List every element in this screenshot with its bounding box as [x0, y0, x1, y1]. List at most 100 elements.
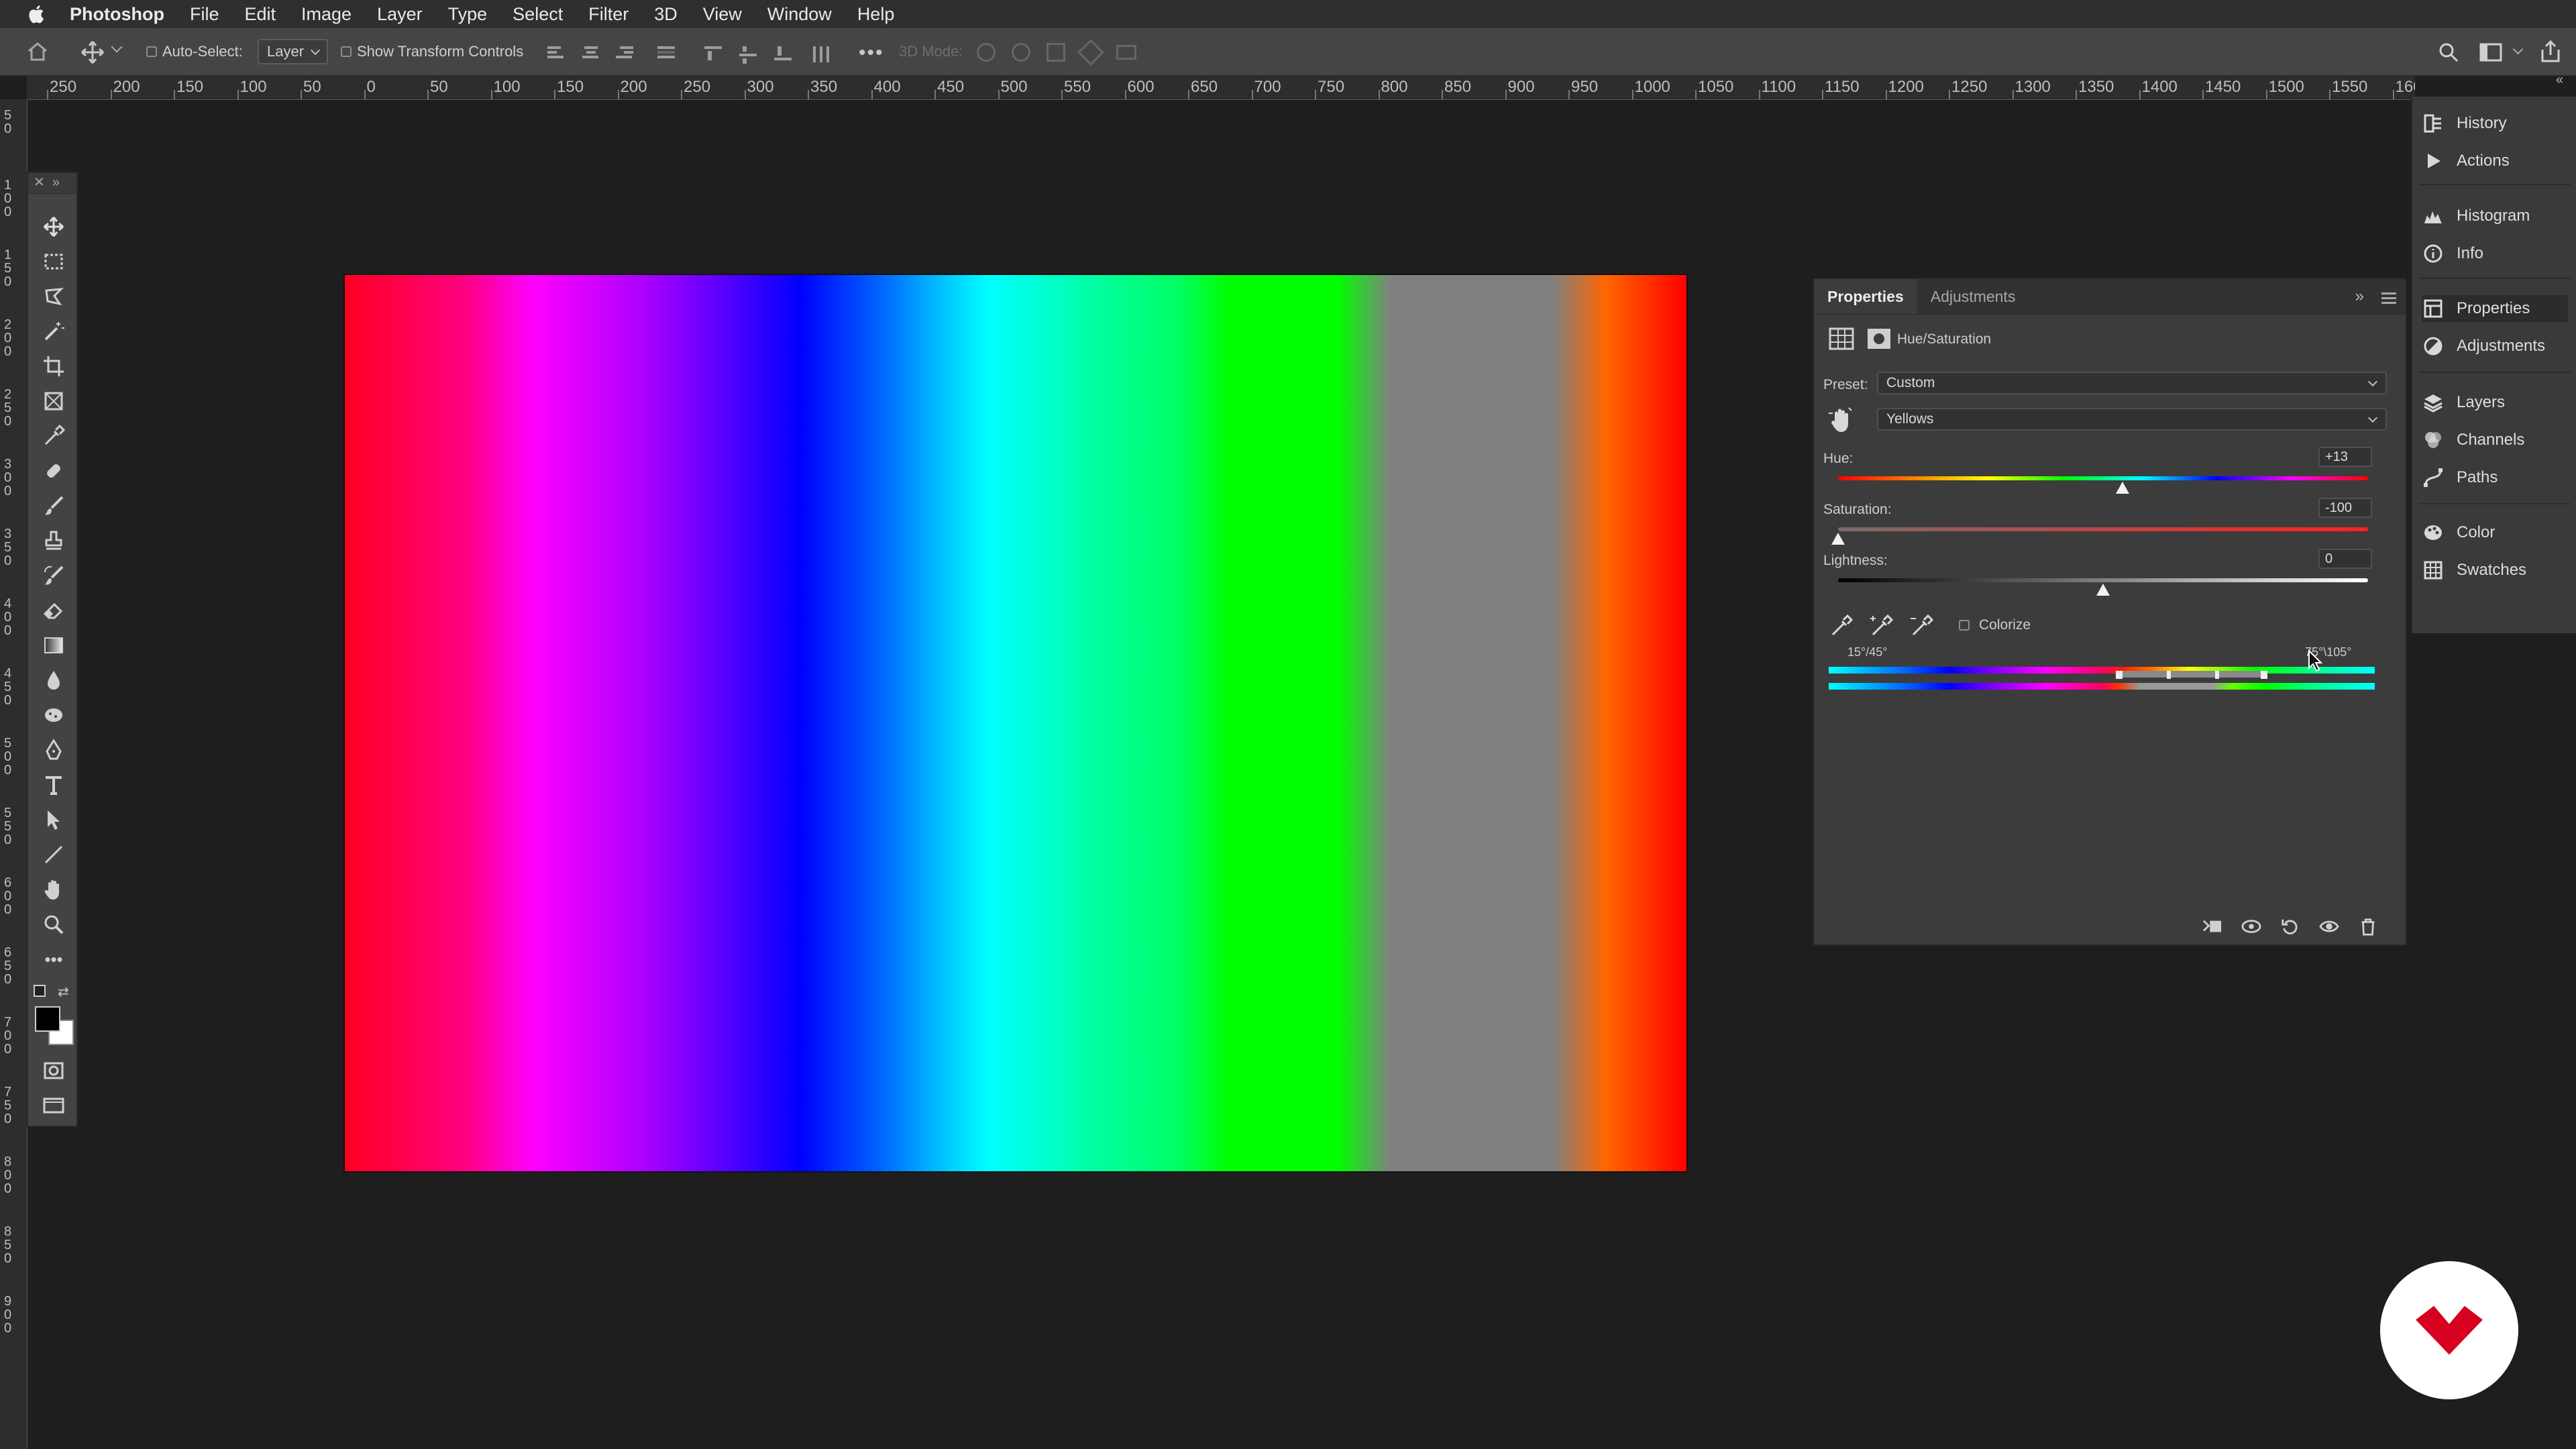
3d-slide-icon[interactable] — [1077, 39, 1104, 66]
type-tool[interactable] — [42, 773, 66, 797]
tab-properties[interactable]: Properties — [1814, 279, 1917, 314]
dock-item-history[interactable]: History — [2422, 110, 2568, 137]
dock-item-actions[interactable]: Actions — [2422, 148, 2568, 174]
workspace-chevron-icon[interactable] — [2512, 44, 2524, 55]
range-right-handle[interactable] — [2215, 671, 2219, 679]
tab-adjustments[interactable]: Adjustments — [1917, 279, 2029, 314]
search-icon[interactable] — [2438, 42, 2459, 63]
blur-tool[interactable] — [42, 668, 66, 692]
hue-slider-thumb[interactable] — [2115, 482, 2129, 494]
canvas-image[interactable] — [345, 275, 1686, 1171]
dock-item-channels[interactable]: Channels — [2422, 427, 2568, 453]
align-right-icon[interactable] — [616, 44, 633, 60]
default-colors-icon[interactable] — [34, 985, 46, 997]
edit-toolbar-icon[interactable]: ••• — [42, 947, 66, 971]
show-transform-controls-control[interactable]: Show Transform Controls — [341, 40, 523, 63]
align-center-icon[interactable] — [582, 44, 600, 60]
lasso-tool[interactable] — [42, 284, 66, 309]
menu-3d[interactable]: 3D — [654, 4, 678, 25]
align-top-icon[interactable] — [704, 44, 722, 60]
preset-dropdown[interactable]: Custom — [1877, 372, 2387, 394]
foreground-color-swatch[interactable] — [35, 1006, 60, 1032]
eyedropper-sample-icon[interactable] — [1829, 612, 1856, 639]
move-tool-icon[interactable] — [80, 40, 105, 64]
panel-menu-icon[interactable] — [2381, 292, 2396, 307]
healing-brush-tool[interactable] — [42, 459, 66, 483]
share-icon[interactable] — [2540, 40, 2561, 63]
menu-select[interactable]: Select — [513, 4, 563, 25]
3d-roll-icon[interactable] — [1012, 43, 1030, 62]
range-left-handle[interactable] — [2167, 671, 2171, 679]
auto-select-target-dropdown[interactable]: Layer — [258, 39, 329, 64]
swap-colors-icon[interactable]: ⇄ — [58, 983, 69, 1000]
eyedropper-subtract-icon[interactable] — [1909, 612, 1936, 639]
channel-dropdown[interactable]: Yellows — [1877, 408, 2387, 431]
quick-mask-tool[interactable] — [42, 1059, 66, 1083]
lightness-value-field[interactable]: 0 — [2318, 549, 2372, 569]
dock-item-histogram[interactable]: Histogram — [2422, 203, 2568, 229]
saturation-slider-track[interactable] — [1838, 527, 2368, 531]
align-left-icon[interactable] — [547, 44, 565, 60]
path-selection-tool[interactable] — [42, 808, 66, 832]
menu-help[interactable]: Help — [857, 4, 895, 25]
menu-app-name[interactable]: Photoshop — [70, 4, 164, 25]
dock-item-info[interactable]: Info — [2422, 240, 2568, 267]
3d-orbit-icon[interactable] — [977, 43, 996, 62]
vertical-ruler[interactable]: 50 100 150 200 250 300 350 400 450 500 550 600 650 70… — [0, 99, 28, 1449]
horizontal-ruler[interactable]: 250 200 150 100 50 0 50 100 150 200 250 300 350 400 45… — [27, 75, 2415, 100]
saturation-slider-thumb[interactable] — [1831, 533, 1845, 545]
gradient-tool[interactable] — [42, 633, 66, 657]
view-previous-state-button[interactable] — [2241, 916, 2262, 936]
tools-panel-header[interactable]: ✕ » — [28, 173, 76, 194]
workspace-icon[interactable] — [2479, 43, 2502, 62]
history-brush-tool[interactable] — [42, 564, 66, 588]
dock-item-properties[interactable]: Properties — [2422, 295, 2568, 322]
eyedropper-tool[interactable] — [42, 424, 66, 448]
layer-mask-icon[interactable] — [1866, 327, 1892, 350]
home-icon[interactable] — [27, 42, 48, 62]
colorize-checkbox[interactable] — [1959, 620, 1970, 631]
lightness-slider-track[interactable] — [1838, 578, 2368, 582]
hand-tool[interactable] — [42, 877, 66, 902]
reset-adjustment-button[interactable] — [2279, 916, 2301, 936]
distribute-icon[interactable] — [657, 44, 675, 60]
menu-edit[interactable]: Edit — [245, 4, 276, 25]
menu-type[interactable]: Type — [448, 4, 488, 25]
brush-tool[interactable] — [42, 494, 66, 518]
auto-select-checkbox[interactable] — [146, 46, 157, 57]
eyedropper-add-icon[interactable] — [1869, 612, 1896, 639]
dock-item-layers[interactable]: Layers — [2422, 389, 2568, 416]
toggle-visibility-button[interactable] — [2318, 916, 2340, 936]
more-options-icon[interactable]: ••• — [859, 42, 884, 64]
hue-value-field[interactable]: +13 — [2318, 447, 2372, 467]
dock-collapse-icon[interactable]: « — [2556, 72, 2563, 88]
collapse-panel-icon[interactable]: » — [2355, 287, 2364, 306]
align-middle-icon[interactable] — [739, 44, 757, 64]
distribute-vertical-icon[interactable] — [813, 44, 830, 62]
3d-camera-icon[interactable] — [1116, 45, 1136, 60]
hue-slider-track[interactable] — [1838, 476, 2368, 480]
dodge-tool[interactable] — [42, 703, 66, 727]
3d-pan-icon[interactable] — [1046, 43, 1065, 62]
targeted-adjustment-hand-icon[interactable] — [1829, 407, 1853, 433]
screen-mode-tool[interactable] — [42, 1093, 66, 1118]
auto-select-control[interactable]: Auto-Select: — [146, 40, 243, 63]
zoom-tool[interactable] — [42, 912, 66, 936]
range-left-falloff-handle[interactable] — [2116, 671, 2123, 679]
menu-view[interactable]: View — [703, 4, 742, 25]
eraser-tool[interactable] — [42, 598, 66, 623]
clone-stamp-tool[interactable] — [42, 529, 66, 553]
range-right-falloff-handle[interactable] — [2261, 671, 2267, 679]
clip-to-layer-button[interactable] — [2202, 916, 2223, 936]
frame-tool[interactable] — [42, 389, 66, 413]
menu-filter[interactable]: Filter — [588, 4, 629, 25]
apple-logo-icon[interactable] — [27, 4, 44, 24]
line-tool[interactable] — [42, 843, 66, 867]
color-range-bar[interactable] — [2120, 671, 2265, 678]
lightness-slider-thumb[interactable] — [2096, 584, 2110, 596]
menu-image[interactable]: Image — [301, 4, 352, 25]
pen-tool[interactable] — [42, 738, 66, 762]
dock-item-swatches[interactable]: Swatches — [2422, 557, 2568, 584]
dock-item-adjustments[interactable]: Adjustments — [2422, 333, 2568, 360]
marquee-tool[interactable] — [42, 250, 66, 274]
